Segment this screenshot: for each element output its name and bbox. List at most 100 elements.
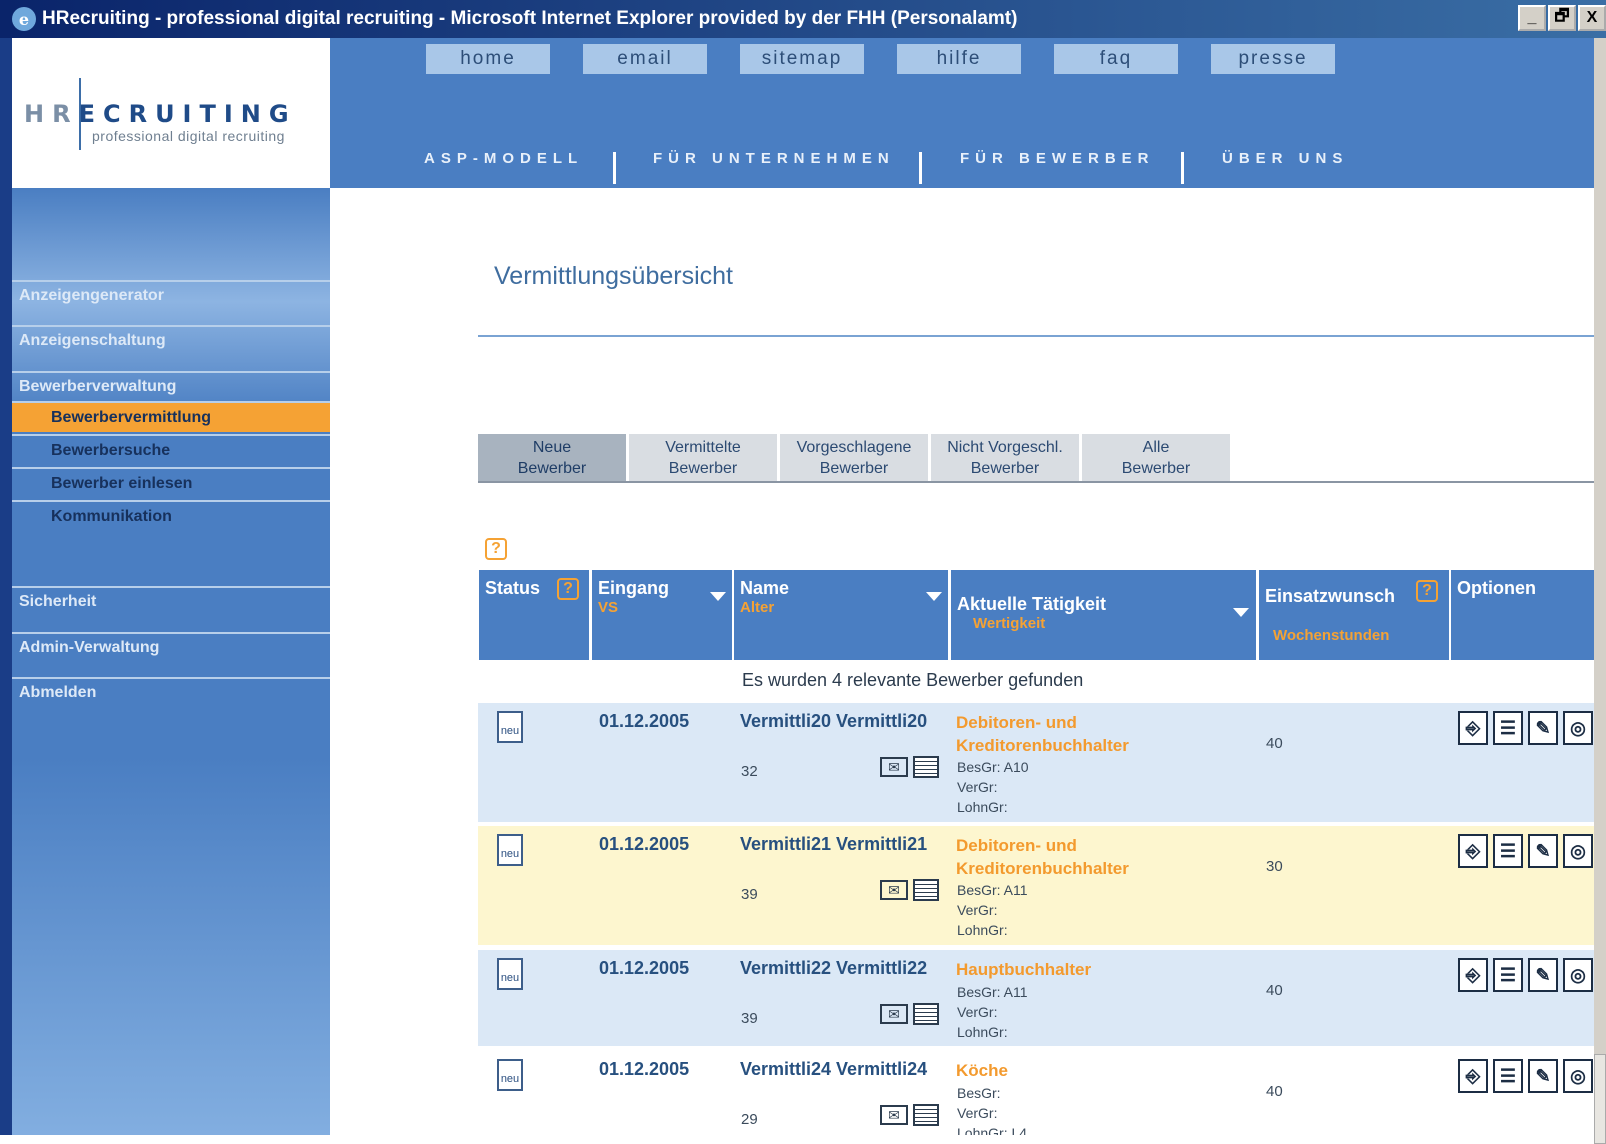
- scrollbar[interactable]: [1594, 38, 1606, 1144]
- document-icon[interactable]: ☰: [1493, 711, 1523, 745]
- secnav-separator: [919, 152, 922, 184]
- nav-home[interactable]: home: [426, 44, 550, 74]
- nav-sitemap[interactable]: sitemap: [740, 44, 864, 74]
- row-vergr: VerGr:: [957, 1105, 998, 1121]
- sort-icon[interactable]: [1233, 608, 1249, 617]
- result-count: Es wurden 4 relevante Bewerber gefunden: [742, 670, 1084, 690]
- mail-icon[interactable]: ✉: [880, 880, 908, 900]
- sort-icon[interactable]: [926, 592, 942, 601]
- target-icon[interactable]: ◎: [1563, 834, 1593, 868]
- top-bar: home email sitemap hilfe faq presse ASP-…: [330, 38, 1606, 188]
- view-icon[interactable]: ⎆: [1458, 711, 1488, 745]
- sort-icon[interactable]: [710, 592, 726, 601]
- tab-divider: [478, 481, 1594, 483]
- tab-neue-bewerber[interactable]: Neue Bewerber: [478, 434, 626, 481]
- nav-presse[interactable]: presse: [1211, 44, 1335, 74]
- view-icon[interactable]: ⎆: [1458, 1059, 1488, 1093]
- secnav-separator: [1181, 152, 1184, 184]
- secnav-fuer-bewerber[interactable]: FÜR BEWERBER: [960, 150, 1155, 167]
- secnav-ueber-uns[interactable]: ÜBER UNS: [1222, 150, 1348, 167]
- view-icon[interactable]: ⎆: [1458, 958, 1488, 992]
- edit-icon[interactable]: ✎: [1528, 711, 1558, 745]
- row-name[interactable]: Vermittli22 Vermittli22: [740, 958, 927, 979]
- header-eingang[interactable]: Eingang VS: [592, 570, 732, 660]
- maximize-button[interactable]: 🗗: [1548, 5, 1576, 31]
- help-icon[interactable]: ?: [1416, 580, 1438, 602]
- sidebar-item-bewerberverwaltung[interactable]: Bewerberverwaltung: [12, 371, 330, 401]
- mail-icon[interactable]: ✉: [880, 1105, 908, 1125]
- row-besgr: BesGr: A11: [957, 984, 1028, 1000]
- row-vergr: VerGr:: [957, 902, 998, 918]
- edit-icon[interactable]: ✎: [1528, 834, 1558, 868]
- table-row: neu 01.12.2005 Vermittli21 Vermittli21 3…: [478, 826, 1594, 945]
- row-hours: 30: [1266, 858, 1283, 875]
- nav-email[interactable]: email: [583, 44, 707, 74]
- row-vergr: VerGr:: [957, 779, 998, 795]
- logo[interactable]: HRECRUITING professional digital recruit…: [12, 38, 330, 188]
- table-row: neu 01.12.2005 Vermittli24 Vermittli24 2…: [478, 1051, 1594, 1135]
- sidebar-item-anzeigengenerator[interactable]: Anzeigengenerator: [12, 280, 330, 310]
- row-name[interactable]: Vermittli20 Vermittli20: [740, 711, 927, 732]
- target-icon[interactable]: ◎: [1563, 958, 1593, 992]
- sidebar-item-admin-verwaltung[interactable]: Admin-Verwaltung: [12, 632, 330, 662]
- window-title: HRecruiting - professional digital recru…: [42, 8, 1018, 29]
- page-title: Vermittlungsübersicht: [494, 262, 734, 290]
- table-row: neu 01.12.2005 Vermittli22 Vermittli22 3…: [478, 950, 1594, 1046]
- tab-vorgeschlagene-bewerber[interactable]: Vorgeschlagene Bewerber: [780, 434, 928, 481]
- row-name[interactable]: Vermittli21 Vermittli21: [740, 834, 927, 855]
- row-lohngr: LohnGr: L4: [957, 1125, 1028, 1135]
- row-vergr: VerGr:: [957, 1004, 998, 1020]
- details-icon[interactable]: [913, 756, 939, 778]
- edit-icon[interactable]: ✎: [1528, 958, 1558, 992]
- new-document-icon: neu: [497, 1059, 523, 1091]
- nav-hilfe[interactable]: hilfe: [897, 44, 1021, 74]
- document-icon[interactable]: ☰: [1493, 958, 1523, 992]
- document-icon[interactable]: ☰: [1493, 834, 1523, 868]
- mail-icon[interactable]: ✉: [880, 1004, 908, 1024]
- target-icon[interactable]: ◎: [1563, 711, 1593, 745]
- help-icon[interactable]: ?: [485, 538, 507, 560]
- new-document-icon: neu: [497, 711, 523, 743]
- row-date: 01.12.2005: [599, 834, 690, 854]
- secnav-asp-modell[interactable]: ASP-MODELL: [424, 150, 583, 167]
- window-titlebar: e HRecruiting - professional digital rec…: [0, 0, 1606, 38]
- mail-icon[interactable]: ✉: [880, 757, 908, 777]
- window-buttons: _ 🗗 X: [1518, 5, 1606, 31]
- header-name[interactable]: Name Alter: [734, 570, 948, 660]
- sidebar-item-abmelden[interactable]: Abmelden: [12, 677, 330, 707]
- nav-faq[interactable]: faq: [1054, 44, 1178, 74]
- row-date: 01.12.2005: [599, 1059, 690, 1079]
- tab-vermittelte-bewerber[interactable]: Vermittelte Bewerber: [629, 434, 777, 481]
- tab-nicht-vorgeschlagene-bewerber[interactable]: Nicht Vorgeschl. Bewerber: [931, 434, 1079, 481]
- edit-icon[interactable]: ✎: [1528, 1059, 1558, 1093]
- row-age: 29: [741, 1111, 758, 1128]
- sidebar-item-anzeigenschaltung[interactable]: Anzeigenschaltung: [12, 325, 330, 355]
- row-job: Hauptbuchhalter: [956, 960, 1092, 979]
- document-icon[interactable]: ☰: [1493, 1059, 1523, 1093]
- row-age: 39: [741, 886, 758, 903]
- row-hours: 40: [1266, 982, 1283, 999]
- sidebar-item-bewerbersuche[interactable]: Bewerbersuche: [12, 434, 330, 465]
- help-icon[interactable]: ?: [557, 578, 579, 600]
- secnav-fuer-unternehmen[interactable]: FÜR UNTERNEHMEN: [653, 150, 895, 167]
- details-icon[interactable]: [913, 879, 939, 901]
- row-besgr: BesGr:: [957, 1085, 1001, 1101]
- sidebar-item-bewerbervermittlung[interactable]: Bewerbervermittlung: [12, 401, 330, 432]
- close-button[interactable]: X: [1578, 5, 1606, 31]
- scrollbar-thumb[interactable]: [1594, 1054, 1606, 1144]
- sidebar-item-bewerber-einlesen[interactable]: Bewerber einlesen: [12, 467, 330, 498]
- target-icon[interactable]: ◎: [1563, 1059, 1593, 1093]
- tab-alle-bewerber[interactable]: Alle Bewerber: [1082, 434, 1230, 481]
- row-age: 32: [741, 763, 758, 780]
- sidebar-item-kommunikation[interactable]: Kommunikation: [12, 500, 330, 531]
- header-aktuelle-taetigkeit[interactable]: Aktuelle Tätigkeit Wertigkeit: [951, 570, 1256, 660]
- view-icon[interactable]: ⎆: [1458, 834, 1488, 868]
- sidebar-item-sicherheit[interactable]: Sicherheit: [12, 586, 330, 616]
- row-name[interactable]: Vermittli24 Vermittli24: [740, 1059, 927, 1080]
- header-einsatzwunsch: Einsatzwunsch Wochenstunden ?: [1259, 570, 1449, 660]
- window-frame-left: [0, 38, 12, 1135]
- details-icon[interactable]: [913, 1104, 939, 1126]
- table-row: neu 01.12.2005 Vermittli20 Vermittli20 3…: [478, 703, 1594, 822]
- minimize-button[interactable]: _: [1518, 5, 1546, 31]
- details-icon[interactable]: [913, 1003, 939, 1025]
